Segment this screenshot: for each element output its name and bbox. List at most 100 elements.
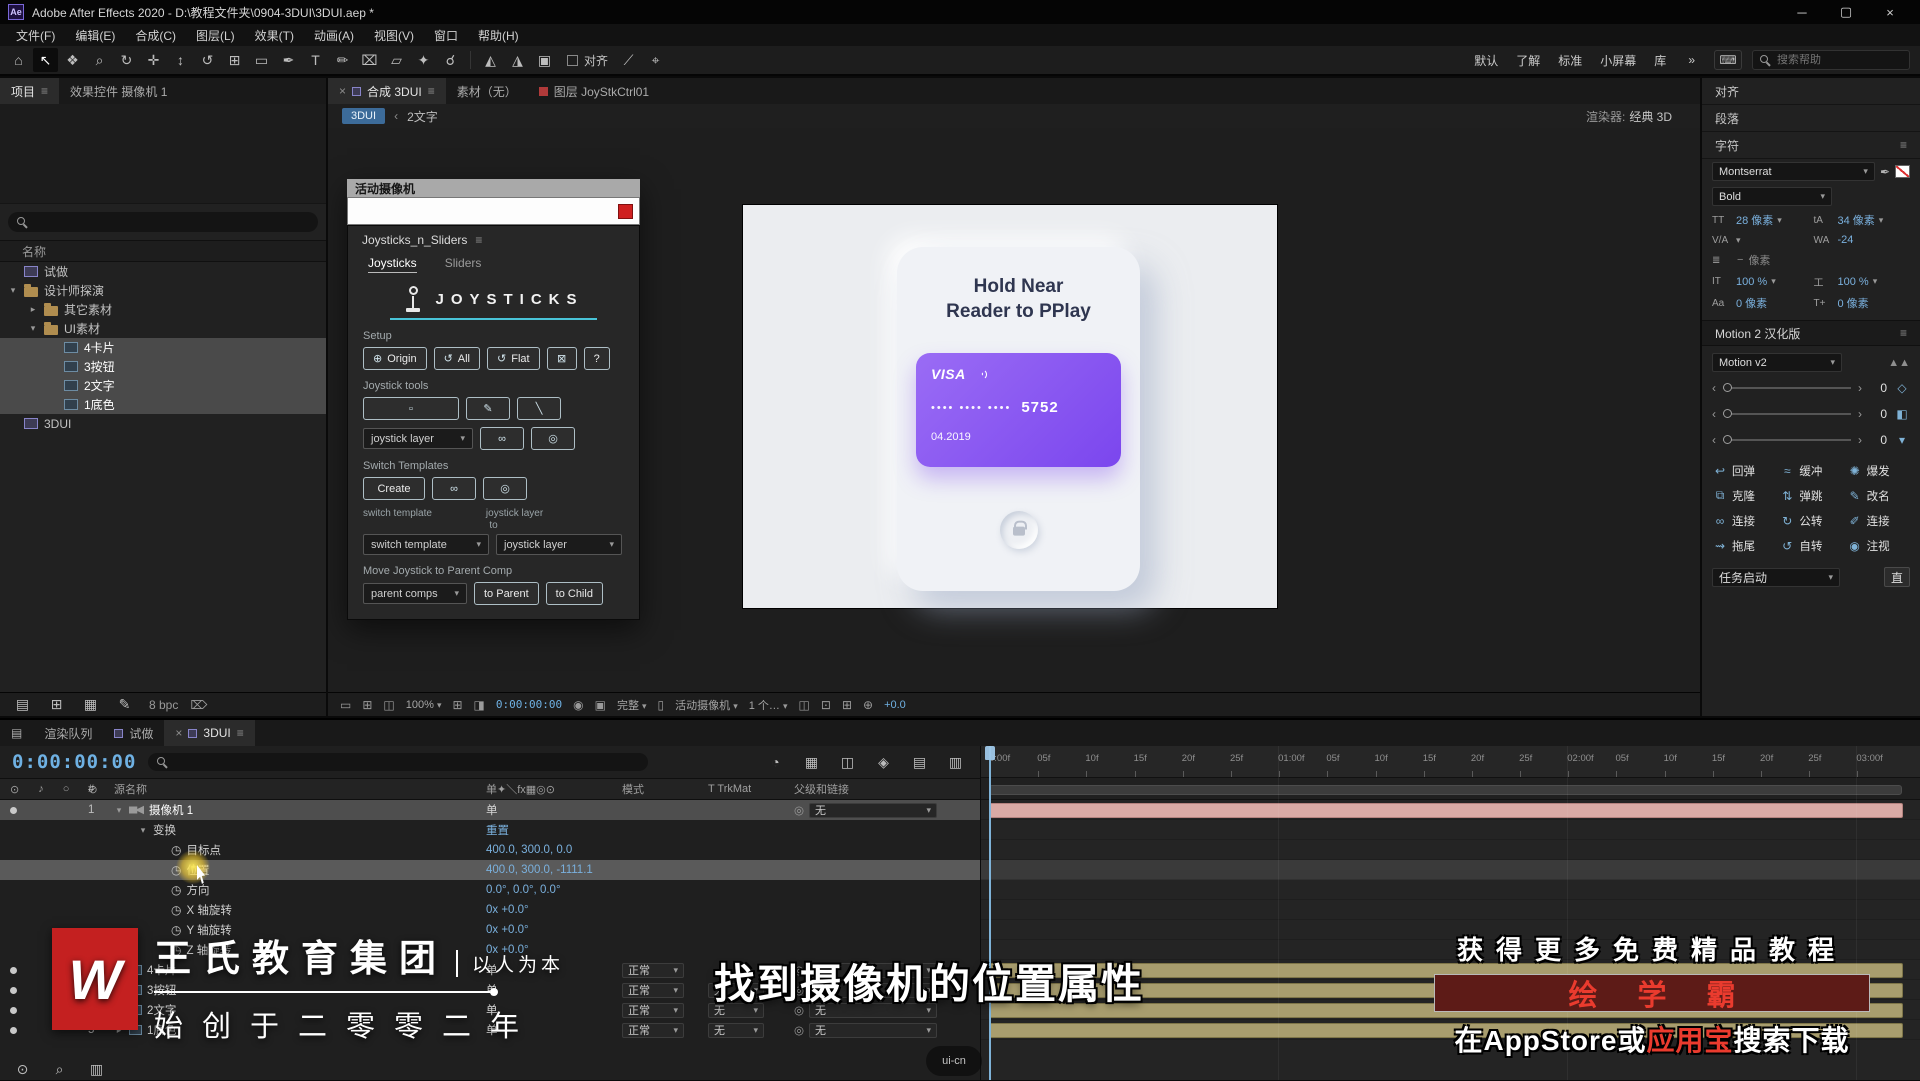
home-icon[interactable]: ⌂: [6, 48, 31, 72]
blend-mode-dropdown[interactable]: 正常▾: [622, 983, 684, 998]
mask-visibility-icon[interactable]: ◫: [383, 698, 394, 712]
trail-button[interactable]: ⇝ 拖尾: [1710, 534, 1777, 557]
orbit-button[interactable]: ↻ 公转: [1777, 509, 1844, 532]
current-timecode[interactable]: 0:00:00:00: [12, 751, 136, 773]
adjust-icon[interactable]: ✎: [112, 693, 137, 717]
slider-knob[interactable]: [1723, 435, 1732, 444]
dolly-camera-tool-icon[interactable]: ↕: [168, 48, 193, 72]
parent-link-header[interactable]: 父级和链接: [794, 781, 980, 797]
orbit-camera-tool-icon[interactable]: ↻: [114, 48, 139, 72]
panel-menu-icon[interactable]: ≡: [475, 233, 482, 247]
project-item[interactable]: 3按钮: [0, 357, 326, 376]
menu-item[interactable]: 视图(V): [364, 24, 424, 46]
auto-keyframe-icon[interactable]: ◈: [871, 750, 896, 774]
graph-editor-icon[interactable]: ▤: [907, 750, 932, 774]
origin-button[interactable]: ⊕Origin: [363, 347, 427, 370]
pan-behind-tool-icon[interactable]: ⊞: [222, 48, 247, 72]
menu-item[interactable]: 图层(L): [186, 24, 245, 46]
eye-toggle[interactable]: [10, 807, 17, 814]
trkmat-dropdown[interactable]: 无▾: [708, 1023, 764, 1038]
bounce-button[interactable]: ⇅ 弹跳: [1777, 484, 1844, 507]
font-style-dropdown[interactable]: Bold▾: [1712, 187, 1832, 206]
eye-toggle[interactable]: [10, 1007, 17, 1014]
solo-column-icon[interactable]: ○: [63, 783, 70, 795]
slider-right-arrow[interactable]: ›: [1858, 381, 1862, 395]
fill-color-swatch[interactable]: [1895, 165, 1910, 178]
tab-composition[interactable]: × 合成 3DUI ≡: [328, 78, 446, 104]
row-label[interactable]: 变换: [153, 822, 176, 838]
twirl-icon[interactable]: ▾: [8, 285, 18, 296]
bit-depth-button[interactable]: 8 bpc: [149, 698, 178, 712]
trkmat-header[interactable]: T TrkMat: [708, 783, 794, 795]
resolution-dropdown[interactable]: 完整 ▾: [617, 697, 647, 713]
timeline-row[interactable]: ◷ 位置 400.0, 300.0, -1111.1 ▾ ▾ ◎ ▾: [0, 860, 980, 880]
panel-menu-icon[interactable]: ≡: [237, 726, 244, 740]
property-value[interactable]: 0x +0.0°: [486, 904, 529, 916]
tab-3dui[interactable]: × 3DUI ≡: [164, 720, 254, 746]
exposure-reset-icon[interactable]: ⊕: [863, 698, 873, 712]
channels-icon[interactable]: ▣: [595, 698, 606, 712]
parent-dropdown[interactable]: 无▾: [809, 1023, 937, 1038]
eye-toggle[interactable]: [10, 987, 17, 994]
project-item[interactable]: 3DUI: [0, 414, 326, 433]
joystick-layer-dropdown-2[interactable]: joystick layer▾: [496, 534, 622, 555]
property-value[interactable]: 重置: [486, 822, 509, 838]
new-comp-icon[interactable]: ▦: [78, 693, 103, 717]
link-button[interactable]: ∞ 连接: [1710, 509, 1777, 532]
zoom-tool-icon[interactable]: ⌕: [87, 48, 112, 72]
chain-button[interactable]: ∞: [480, 427, 524, 450]
time-ruler[interactable]: 0:00f05f10f15f20f25f01:00f05f10f15f20f25…: [981, 746, 1920, 778]
character-panel-header[interactable]: 字符 ≡: [1702, 132, 1920, 159]
trash-icon[interactable]: ⌦: [190, 698, 207, 712]
view-layout-dropdown[interactable]: 1 个… ▾: [749, 697, 788, 713]
type-tool-icon[interactable]: T: [303, 48, 328, 72]
clone-button[interactable]: ⧉ 克隆: [1710, 484, 1777, 507]
roto-brush-tool-icon[interactable]: ✦: [411, 48, 436, 72]
font-size-value[interactable]: 28 像素: [1736, 212, 1773, 228]
project-item[interactable]: 1底色: [0, 395, 326, 414]
puppet-pin-tool-icon[interactable]: ☌: [438, 48, 463, 72]
menu-item[interactable]: 效果(T): [245, 24, 304, 46]
menu-item[interactable]: 帮助(H): [468, 24, 529, 46]
timeline-jump-icon[interactable]: ⊡: [821, 698, 831, 712]
workspace-item[interactable]: 默认: [1465, 48, 1507, 72]
grid-icon[interactable]: ⊞: [362, 698, 372, 712]
snapshot-icon[interactable]: ◉: [573, 698, 583, 712]
tab-joysticks[interactable]: Joysticks: [368, 256, 417, 273]
slider-left-arrow[interactable]: ‹: [1712, 433, 1716, 447]
target-icon[interactable]: ⌖: [643, 48, 668, 72]
baseline-shift-value[interactable]: 0 像素: [1736, 295, 1767, 311]
panel-menu-icon[interactable]: ≡: [1900, 326, 1907, 340]
workspace-item[interactable]: 标准: [1549, 48, 1591, 72]
mode-header[interactable]: 模式: [622, 781, 708, 797]
pickwhip-icon[interactable]: ◎: [794, 1023, 804, 1037]
connect-button[interactable]: ✐ 连接: [1845, 509, 1912, 532]
shy-layers-icon[interactable]: ◔: [763, 750, 788, 774]
slider-left-arrow[interactable]: ‹: [1712, 381, 1716, 395]
slider-value[interactable]: 0: [1869, 381, 1887, 395]
twirl-icon[interactable]: ▾: [28, 323, 38, 334]
timeline-track-row[interactable]: [981, 800, 1920, 820]
diagonal-button[interactable]: ╲: [517, 397, 561, 420]
workspace-item[interactable]: 小屏幕: [1591, 48, 1645, 72]
slider-knob[interactable]: [1723, 409, 1732, 418]
timeline-row[interactable]: ▾ ◷ 变换 重置 ▾ ▾ ◎ ▾: [0, 820, 980, 840]
task-launch-dropdown[interactable]: 任务启动▾: [1712, 568, 1840, 587]
project-search[interactable]: [8, 212, 318, 232]
switches-header[interactable]: 单✦＼fx▦◎⊙: [486, 781, 622, 797]
tsume-value[interactable]: 0 像素: [1838, 295, 1869, 311]
timeline-row[interactable]: ◷ X 轴旋转 0x +0.0° ▾ ▾ ◎ ▾: [0, 900, 980, 920]
rotobezier-icon[interactable]: ⟋: [616, 48, 641, 72]
local-axis-icon[interactable]: ◭: [478, 48, 503, 72]
horizontal-scale-value[interactable]: 100 %: [1838, 276, 1869, 288]
chart-icon[interactable]: ▥: [943, 750, 968, 774]
parent-comps-dropdown[interactable]: parent comps▾: [363, 583, 467, 604]
twirl-icon[interactable]: ▸: [28, 304, 38, 315]
keyboard-shortcuts-icon[interactable]: ⌨: [1714, 50, 1742, 70]
expand-icon[interactable]: ⊙: [10, 1057, 35, 1081]
align-panel-header[interactable]: 对齐: [1702, 78, 1920, 105]
exposure-value[interactable]: +0.0: [884, 699, 906, 711]
slider-track[interactable]: [1723, 413, 1851, 415]
property-value[interactable]: 400.0, 300.0, 0.0: [486, 844, 572, 856]
slider-track[interactable]: [1723, 439, 1851, 441]
